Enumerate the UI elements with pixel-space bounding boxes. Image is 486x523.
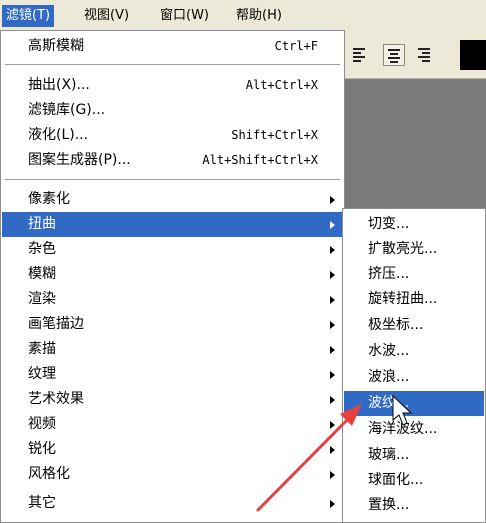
menu-item-pattern-maker[interactable]: 图案生成器(P)... Alt+Shift+Ctrl+X <box>2 148 343 173</box>
submenu-arrow-icon <box>330 246 335 254</box>
submenu-arrow-icon <box>330 396 335 404</box>
menu-item-liquify[interactable]: 液化(L)... Shift+Ctrl+X <box>2 123 343 148</box>
submenu-item-glass[interactable]: 玻璃... <box>344 443 484 468</box>
menu-item-other[interactable]: 其它 <box>2 491 343 516</box>
submenu-item-label: 置换... <box>368 497 410 513</box>
menu-item-label: 渲染 <box>28 291 56 307</box>
menu-item-blur[interactable]: 模糊 <box>2 262 343 287</box>
submenu-item-label: 玻璃... <box>368 447 410 463</box>
submenu-arrow-icon <box>330 321 335 329</box>
submenu-item-label: 挤压... <box>368 266 410 282</box>
menu-view[interactable]: 视图(V) <box>80 5 133 27</box>
menu-bar: 滤镜(T) 视图(V) 窗口(W) 帮助(H) <box>0 0 486 31</box>
menu-item-gaussian-blur[interactable]: 高斯模糊 Ctrl+F <box>2 34 343 59</box>
submenu-item-ocean-ripple[interactable]: 海洋波纹... <box>344 417 484 442</box>
menu-item-brush-strokes[interactable]: 画笔描边 <box>2 312 343 337</box>
menu-item-shortcut: Shift+Ctrl+X <box>231 128 318 142</box>
menu-item-label: 抽出(X)... <box>28 77 90 93</box>
align-center-icon[interactable] <box>383 44 405 66</box>
menu-item-label: 锐化 <box>28 441 56 457</box>
menu-item-shortcut: Alt+Shift+Ctrl+X <box>202 153 318 167</box>
submenu-item-label: 球面化... <box>368 472 424 488</box>
menu-item-pixelate[interactable]: 像素化 <box>2 187 343 212</box>
separator <box>5 179 340 181</box>
submenu-item-label: 波浪... <box>368 369 410 385</box>
menu-window[interactable]: 窗口(W) <box>156 5 213 27</box>
menu-item-label: 扭曲 <box>28 216 56 232</box>
menu-item-label: 其它 <box>28 495 56 511</box>
submenu-item-label: 极坐标... <box>368 317 424 333</box>
submenu-item-label: 海洋波纹... <box>368 421 438 437</box>
menu-item-label: 风格化 <box>28 466 70 482</box>
menu-item-label: 画笔描边 <box>28 316 84 332</box>
menu-item-label: 图案生成器(P)... <box>28 152 131 168</box>
menu-item-stylize[interactable]: 风格化 <box>2 462 343 487</box>
submenu-item-label: 切变... <box>368 216 410 232</box>
menu-item-label: 模糊 <box>28 266 56 282</box>
menu-item-render[interactable]: 渲染 <box>2 287 343 312</box>
menu-item-noise[interactable]: 杂色 <box>2 237 343 262</box>
submenu-arrow-icon <box>330 500 335 508</box>
separator <box>5 64 340 66</box>
submenu-item-ripple[interactable]: 波纹... <box>344 391 484 416</box>
distort-submenu: 切变... 扩散亮光... 挤压... 旋转扭曲... 极坐标... 水波...… <box>342 208 486 523</box>
menu-item-sharpen[interactable]: 锐化 <box>2 437 343 462</box>
submenu-item-wave[interactable]: 波浪... <box>344 365 484 390</box>
submenu-item-label: 水波... <box>368 343 410 359</box>
submenu-item-diffuse-glow[interactable]: 扩散亮光... <box>344 237 484 262</box>
submenu-arrow-icon <box>330 421 335 429</box>
menu-item-artistic[interactable]: 艺术效果 <box>2 387 343 412</box>
menu-item-label: 高斯模糊 <box>28 38 84 54</box>
submenu-item-polar-coordinates[interactable]: 极坐标... <box>344 313 484 338</box>
menu-item-label: 像素化 <box>28 191 70 207</box>
submenu-arrow-icon <box>330 446 335 454</box>
submenu-arrow-icon <box>330 196 335 204</box>
menu-item-distort[interactable]: 扭曲 <box>2 212 343 237</box>
align-right-icon[interactable] <box>414 44 436 66</box>
submenu-arrow-icon <box>330 346 335 354</box>
submenu-item-label: 波纹... <box>368 395 410 411</box>
menu-item-label: 视频 <box>28 416 56 432</box>
menu-item-video[interactable]: 视频 <box>2 412 343 437</box>
menu-item-filter-gallery[interactable]: 滤镜库(G)... <box>2 98 343 123</box>
submenu-item-label: 旋转扭曲... <box>368 291 438 307</box>
menu-item-extract[interactable]: 抽出(X)... Alt+Ctrl+X <box>2 73 343 98</box>
submenu-arrow-icon <box>330 271 335 279</box>
color-swatch[interactable] <box>460 40 486 70</box>
submenu-item-displace[interactable]: 置换... <box>344 493 484 518</box>
menu-item-label: 艺术效果 <box>28 391 84 407</box>
submenu-item-twirl[interactable]: 旋转扭曲... <box>344 287 484 312</box>
align-left-icon[interactable] <box>349 44 371 66</box>
menu-item-shortcut: Ctrl+F <box>274 39 318 53</box>
menu-item-texture[interactable]: 纹理 <box>2 362 343 387</box>
menu-item-label: 素描 <box>28 341 56 357</box>
submenu-arrow-icon <box>330 296 335 304</box>
submenu-item-zigzag[interactable]: 水波... <box>344 339 484 364</box>
submenu-item-shear[interactable]: 切变... <box>344 212 484 237</box>
menu-help[interactable]: 帮助(H) <box>232 5 286 27</box>
menu-filter[interactable]: 滤镜(T) <box>2 5 55 27</box>
submenu-arrow-icon <box>330 471 335 479</box>
submenu-arrow-icon <box>330 371 335 379</box>
menu-item-sketch[interactable]: 素描 <box>2 337 343 362</box>
menu-item-label: 杂色 <box>28 241 56 257</box>
submenu-item-pinch[interactable]: 挤压... <box>344 262 484 287</box>
menu-item-label: 纹理 <box>28 366 56 382</box>
menu-item-label: 滤镜库(G)... <box>28 102 106 118</box>
filter-menu: 高斯模糊 Ctrl+F 抽出(X)... Alt+Ctrl+X 滤镜库(G)..… <box>0 30 345 523</box>
submenu-item-label: 扩散亮光... <box>368 241 438 257</box>
menu-item-label: 液化(L)... <box>28 127 89 143</box>
submenu-arrow-icon <box>330 221 335 229</box>
submenu-item-spherize[interactable]: 球面化... <box>344 468 484 493</box>
menu-item-shortcut: Alt+Ctrl+X <box>245 78 318 92</box>
